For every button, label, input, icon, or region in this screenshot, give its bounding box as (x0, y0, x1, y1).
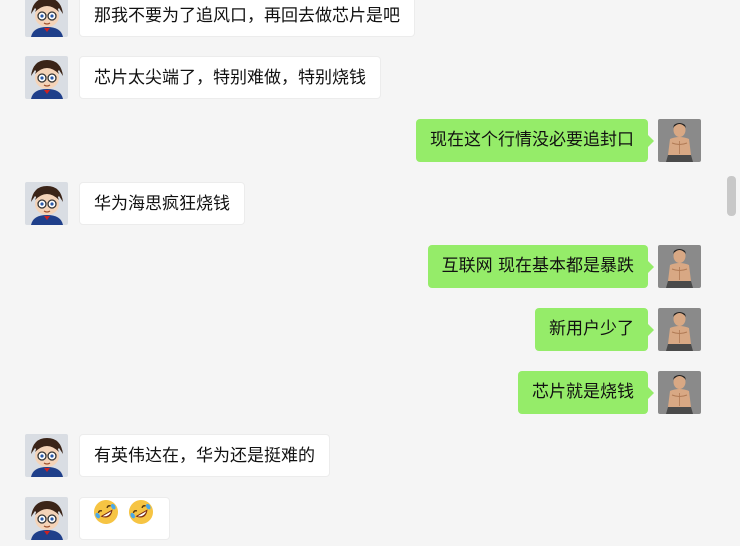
my-avatar[interactable] (658, 308, 701, 351)
my-avatar[interactable] (658, 119, 701, 162)
message-bubble[interactable]: 芯片太尖端了，特别难做，特别烧钱 (79, 56, 381, 99)
message-bubble[interactable]: 芯片就是烧钱 (518, 371, 654, 414)
contact-avatar[interactable] (25, 497, 68, 540)
message-bubble[interactable]: 有英伟达在，华为还是挺难的 (79, 434, 330, 477)
chat-message-area: 那我不要为了追风口，再回去做芯片是吧 芯片太尖端了，特别难做，特别烧钱 现在这个… (0, 0, 740, 546)
my-avatar[interactable] (658, 371, 701, 414)
my-avatar[interactable] (658, 245, 701, 288)
rolling-on-floor-laughing-icon (92, 498, 120, 543)
contact-avatar[interactable] (25, 0, 68, 37)
contact-avatar[interactable] (25, 56, 68, 99)
rolling-on-floor-laughing-icon (127, 498, 155, 543)
message-bubble[interactable]: 那我不要为了追风口，再回去做芯片是吧 (79, 0, 415, 37)
scrollbar-thumb[interactable] (727, 176, 736, 216)
contact-avatar[interactable] (25, 182, 68, 225)
message-bubble[interactable]: 现在这个行情没必要追封口 (416, 119, 654, 162)
contact-avatar[interactable] (25, 434, 68, 477)
message-bubble[interactable] (79, 497, 171, 543)
message-bubble[interactable]: 新用户少了 (535, 308, 654, 351)
message-bubble[interactable]: 互联网 现在基本都是暴跌 (427, 245, 655, 288)
message-bubble[interactable]: 华为海思疯狂烧钱 (79, 182, 245, 225)
